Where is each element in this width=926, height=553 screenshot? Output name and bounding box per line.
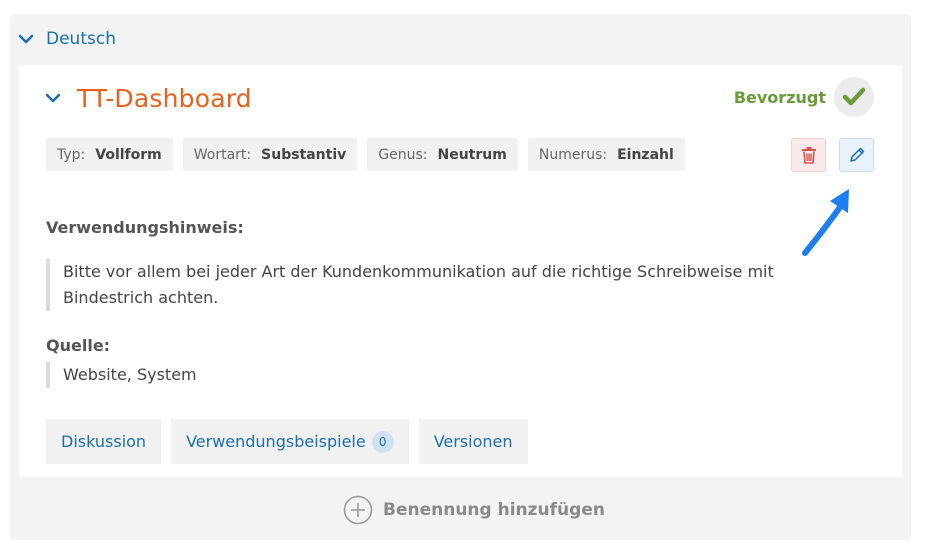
trash-icon <box>801 147 816 164</box>
pencil-icon <box>849 147 864 162</box>
tag-key: Wortart: <box>193 146 252 163</box>
add-term-button[interactable]: Benennung hinzufügen <box>343 494 605 526</box>
tab-label: Versionen <box>433 432 513 451</box>
tag-gender: Genus: Neutrum <box>367 138 518 171</box>
term-footer-tabs: Diskussion Verwendungsbeispiele 0 Versio… <box>46 419 538 464</box>
tag-key: Genus: <box>378 146 428 163</box>
tag-number: Numerus: Einzahl <box>527 138 685 171</box>
tag-value: Vollform <box>95 146 162 163</box>
tag-value: Neutrum <box>437 146 507 163</box>
usage-note-label: Verwendungshinweis: <box>46 218 244 237</box>
preferred-status: Bevorzugt <box>734 77 874 117</box>
source-text: Website, System <box>46 362 197 388</box>
count-badge: 0 <box>371 430 394 453</box>
tag-part-of-speech: Wortart: Substantiv <box>182 138 358 171</box>
language-section: Deutsch TT-Dashboard Bevorzugt Typ: Voll… <box>10 14 911 540</box>
tag-key: Numerus: <box>538 146 608 163</box>
pointer-arrow-icon <box>802 189 849 256</box>
tab-label: Diskussion <box>61 432 147 451</box>
check-icon <box>834 77 874 117</box>
term-attributes: Typ: Vollform Wortart: Substantiv Genus:… <box>46 138 695 171</box>
tag-key: Typ: <box>57 146 86 163</box>
usage-note-text: Bitte vor allem bei jeder Art der Kunden… <box>46 259 774 311</box>
add-term-label: Benennung hinzufügen <box>383 500 605 520</box>
term-header: TT-Dashboard <box>45 83 252 113</box>
delete-button[interactable] <box>791 138 826 172</box>
tag-value: Substantiv <box>261 146 347 163</box>
edit-button[interactable] <box>839 138 874 172</box>
language-label: Deutsch <box>46 29 116 49</box>
plus-circle-icon <box>343 495 373 525</box>
language-toggle[interactable]: Deutsch <box>18 28 116 50</box>
preferred-label: Bevorzugt <box>733 87 826 107</box>
tag-type: Typ: Vollform <box>46 138 173 171</box>
term-card: TT-Dashboard Bevorzugt Typ: Vollform Wor… <box>19 65 902 477</box>
tab-usage-examples[interactable]: Verwendungsbeispiele 0 <box>171 419 409 464</box>
tab-versions[interactable]: Versionen <box>418 419 528 464</box>
usage-note-line: Bitte vor allem bei jeder Art der Kunden… <box>63 262 774 281</box>
chevron-down-icon[interactable] <box>45 90 61 106</box>
tab-label: Verwendungsbeispiele <box>186 432 366 451</box>
usage-note-line: Bindestrich achten. <box>63 288 219 307</box>
tag-value: Einzahl <box>617 146 674 163</box>
source-label: Quelle: <box>46 336 111 355</box>
chevron-down-icon <box>18 34 34 44</box>
term-title: TT-Dashboard <box>77 83 252 113</box>
tab-discussion[interactable]: Diskussion <box>46 419 162 464</box>
